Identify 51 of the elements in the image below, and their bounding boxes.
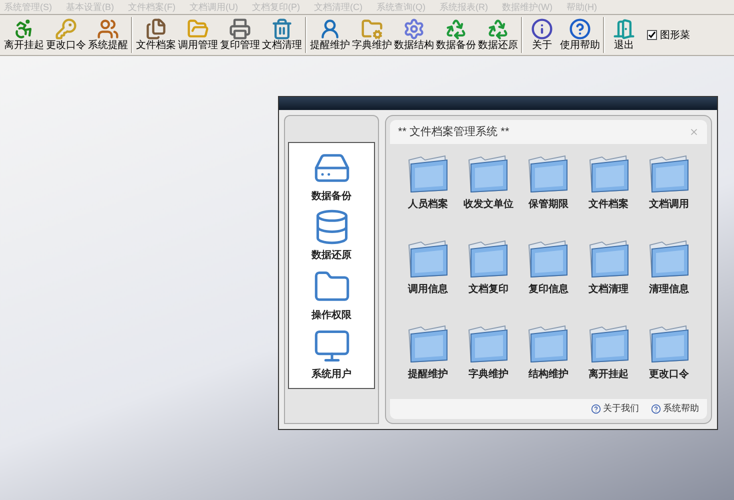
module-button[interactable]: 调用信息 xyxy=(398,239,458,314)
side-menu-item[interactable]: 数据备份 xyxy=(312,149,352,204)
trash-icon xyxy=(271,18,293,40)
module-button[interactable]: 提醒维护 xyxy=(398,324,458,399)
recycle-icon xyxy=(487,18,509,40)
toolbar-button[interactable]: 文件档案 xyxy=(135,18,177,52)
toolbar-button[interactable]: 数据还原 xyxy=(477,18,519,52)
module-button[interactable]: 保管期限 xyxy=(518,154,579,229)
module-button[interactable]: 人员档案 xyxy=(398,154,458,229)
toolbar-button[interactable]: 系统提醒 xyxy=(87,18,129,52)
toolbar-button[interactable]: 数据备份 xyxy=(435,18,477,52)
module-button[interactable]: 复印信息 xyxy=(518,239,579,314)
footer-link[interactable]: 系统帮助 xyxy=(651,402,699,416)
toolbar-button[interactable]: 文档清理 xyxy=(261,18,303,52)
door-icon xyxy=(613,18,635,40)
module-button[interactable]: 清理信息 xyxy=(638,239,699,314)
toolbar-button[interactable]: 调用管理 xyxy=(177,18,219,52)
toolbar-button[interactable]: 更改口令 xyxy=(45,18,87,52)
printer-icon xyxy=(229,18,251,40)
panel-title: ** 文件档案管理系统 ** xyxy=(398,124,510,140)
module-button[interactable]: 结构维护 xyxy=(518,324,579,399)
help-icon xyxy=(569,18,591,40)
side-menu-item[interactable]: 系统用户 xyxy=(312,326,352,382)
module-button[interactable]: 文档调用 xyxy=(638,154,699,229)
toolbar-button[interactable]: 退出 xyxy=(607,18,641,52)
module-button[interactable]: 收发文单位 xyxy=(458,154,518,229)
toolbar-button[interactable]: 关于 xyxy=(525,18,559,52)
footer-link[interactable]: 关于我们 xyxy=(591,402,639,416)
module-button[interactable]: 离开挂起 xyxy=(578,324,639,399)
checkbox[interactable] xyxy=(647,30,657,40)
key-icon xyxy=(55,18,77,40)
toolbar-button[interactable]: 字典维护 xyxy=(351,18,393,52)
toolbar-button[interactable]: 离开挂起 xyxy=(3,18,45,52)
module-button[interactable]: 文件档案 xyxy=(578,154,639,229)
toolbar-button[interactable]: 提醒维护 xyxy=(309,18,351,52)
toolbar-button[interactable]: 复印管理 xyxy=(219,18,261,52)
toolbar-button[interactable]: 数据结构 xyxy=(393,18,435,52)
user-icon xyxy=(319,18,341,40)
gear-icon xyxy=(403,18,425,40)
module-button[interactable]: 文档复印 xyxy=(458,239,518,314)
side-menu-item[interactable]: 数据还原 xyxy=(312,208,352,264)
recycle-icon xyxy=(445,18,467,40)
users-icon xyxy=(97,18,119,40)
files-icon xyxy=(145,18,167,40)
graphic-menu-checkbox[interactable]: 图形菜 xyxy=(647,28,690,42)
module-button[interactable]: 字典维护 xyxy=(458,324,518,399)
module-button[interactable]: 更改口令 xyxy=(638,324,699,399)
help-icon xyxy=(651,404,661,414)
side-menu-item[interactable]: 操作权限 xyxy=(312,268,352,323)
module-button[interactable]: 文档清理 xyxy=(578,239,639,314)
toolbar-button[interactable]: 使用帮助 xyxy=(559,18,601,52)
